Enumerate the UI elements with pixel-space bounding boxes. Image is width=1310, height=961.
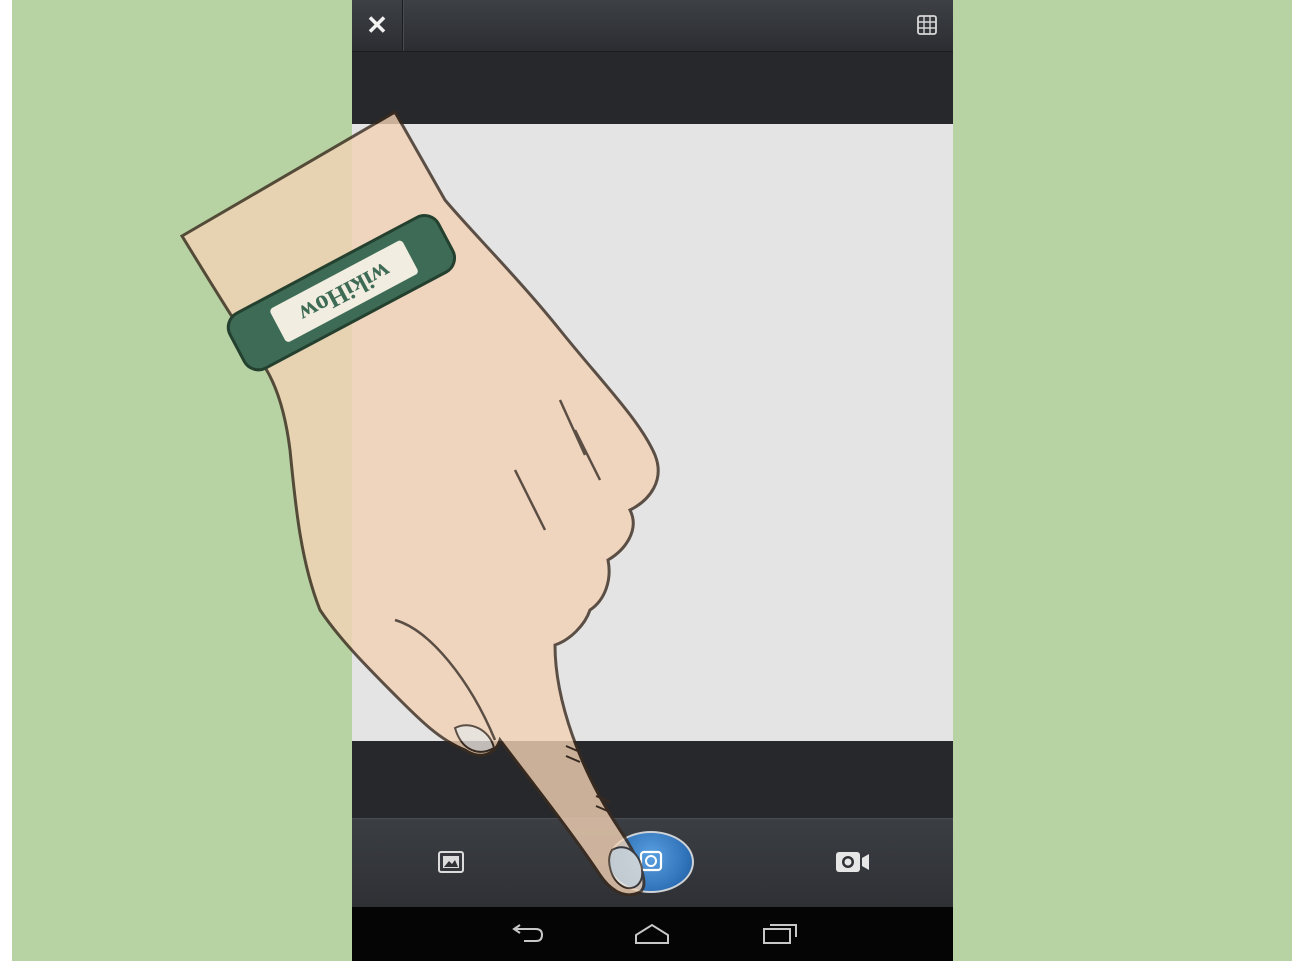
grid-icon bbox=[917, 15, 937, 35]
gallery-button[interactable] bbox=[438, 850, 464, 874]
android-navigation-bar bbox=[352, 907, 953, 961]
grid-toggle-button[interactable] bbox=[917, 15, 937, 35]
gallery-icon bbox=[438, 851, 464, 873]
home-button[interactable] bbox=[632, 921, 672, 947]
close-icon: ✕ bbox=[366, 10, 388, 40]
back-icon bbox=[512, 924, 544, 942]
camera-shutter-icon bbox=[639, 850, 663, 872]
instagram-camera-screen: ✕ bbox=[352, 0, 953, 961]
viewfinder-top-mask bbox=[352, 52, 953, 124]
top-bar: ✕ bbox=[352, 0, 953, 52]
home-icon bbox=[635, 923, 669, 944]
video-mode-button[interactable] bbox=[835, 850, 871, 874]
recent-apps-button[interactable] bbox=[760, 921, 800, 947]
recent-apps-icon bbox=[763, 924, 797, 944]
camera-controls bbox=[352, 818, 953, 908]
back-button[interactable] bbox=[506, 921, 546, 947]
shutter-button[interactable] bbox=[608, 831, 694, 893]
close-button[interactable]: ✕ bbox=[352, 0, 403, 51]
viewfinder-bottom-mask bbox=[352, 741, 953, 818]
camera-viewfinder[interactable] bbox=[352, 124, 953, 741]
video-camera-icon bbox=[836, 852, 869, 872]
